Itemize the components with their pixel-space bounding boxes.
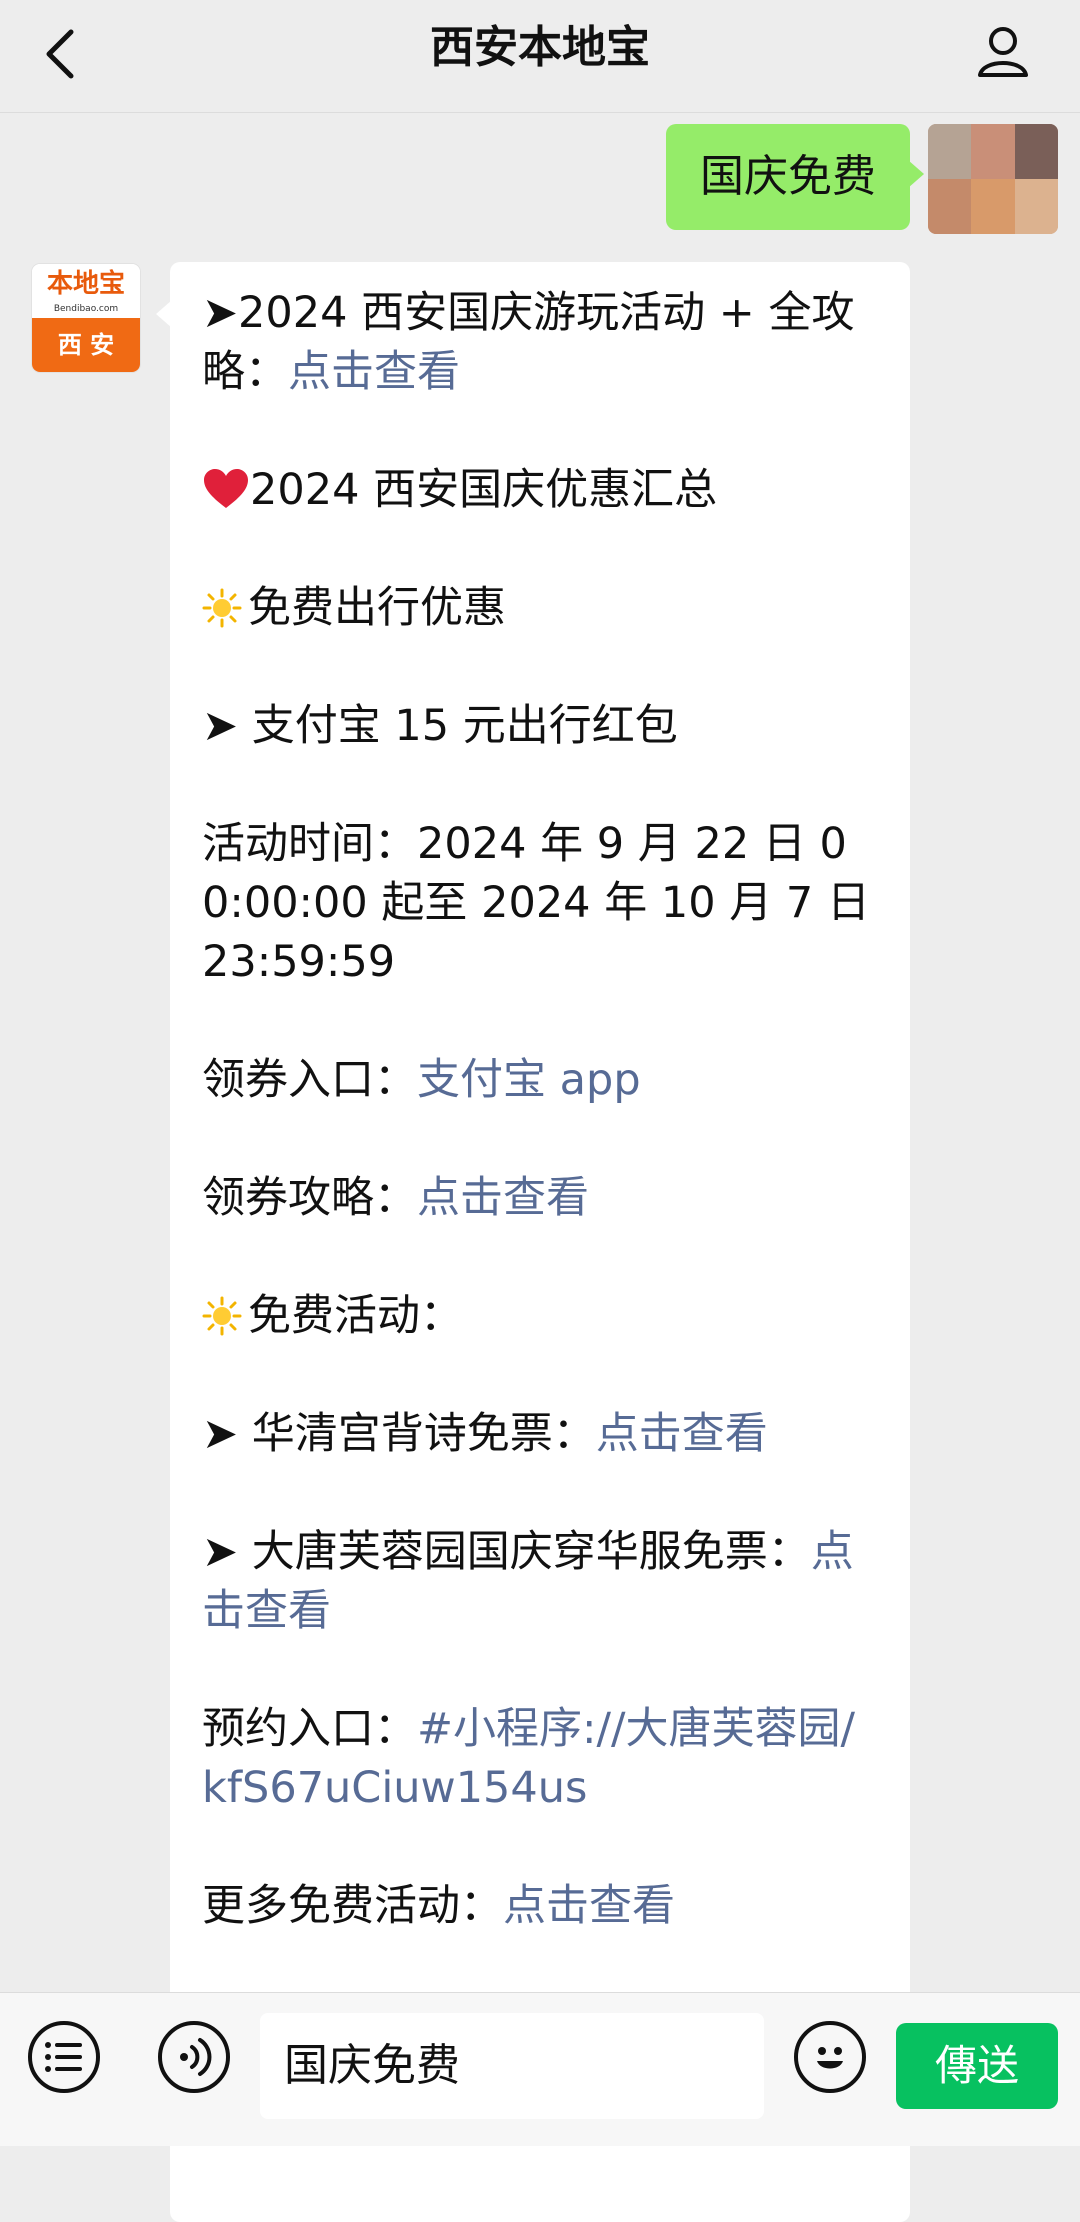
- message-input[interactable]: 国庆免费: [260, 2013, 764, 2119]
- message-line: 免费活动：: [202, 1287, 878, 1346]
- view-link[interactable]: 点击查看: [596, 1409, 768, 1459]
- alipay-app-link[interactable]: 支付宝 app: [417, 1055, 641, 1105]
- emoji-button[interactable]: [794, 2021, 866, 2093]
- emoji-icon: [817, 2047, 843, 2069]
- profile-button[interactable]: [968, 18, 1038, 84]
- send-button[interactable]: 傳送: [896, 2023, 1058, 2109]
- message-line: ➤ 大唐芙蓉园国庆穿华服免票：点击查看: [202, 1527, 854, 1636]
- menu-list-icon: [45, 2042, 82, 2072]
- message-line: 预约入口：#小程序://大唐芙蓉园/kfS67uCiuw154us: [202, 1704, 855, 1813]
- voice-button[interactable]: [158, 2021, 230, 2093]
- view-link[interactable]: 点击查看: [503, 1881, 675, 1931]
- view-link[interactable]: 点击查看: [288, 347, 460, 397]
- avatar-logo-domain: Bendibao.com: [53, 304, 119, 314]
- message-line: 领券攻略：点击查看: [202, 1173, 589, 1223]
- top-bar: 西安本地宝: [0, 0, 1080, 113]
- message-line: ➤ 支付宝 15 元出行红包: [202, 701, 678, 751]
- message-line: ➤ 华清宫背诗免票：点击查看: [202, 1409, 768, 1459]
- sun-icon: [202, 1296, 242, 1336]
- voice-icon: [180, 2038, 212, 2076]
- message-line: 2024 西安国庆优惠汇总: [202, 461, 878, 520]
- chat-title: 西安本地宝: [430, 22, 650, 73]
- message-line: 领券入口：支付宝 app: [202, 1055, 641, 1105]
- view-link[interactable]: 点击查看: [417, 1173, 589, 1223]
- heart-icon: [204, 469, 248, 508]
- incoming-message-bubble: ➤2024 西安国庆游玩活动 + 全攻略：点击查看 2024 西安国庆优惠汇总 …: [156, 262, 910, 2222]
- bendibao-avatar[interactable]: 本地宝 Bendibao.com 西 安: [32, 264, 140, 372]
- message-line: 活动时间：2024 年 9 月 22 日 00:00:00 起至 2024 年 …: [202, 819, 870, 987]
- person-icon: [978, 27, 1028, 77]
- avatar-logo-city: 西 安: [32, 318, 140, 372]
- my-avatar[interactable]: [928, 124, 1058, 234]
- message-line: ➤2024 西安国庆游玩活动 + 全攻略：点击查看: [202, 288, 855, 397]
- message-line: 免费出行优惠: [202, 579, 878, 638]
- menu-button[interactable]: [28, 2021, 100, 2093]
- input-bar: 国庆免费 傳送: [0, 1992, 1080, 2146]
- message-line: 更多免费活动：点击查看: [202, 1881, 675, 1931]
- sun-icon: [202, 588, 242, 628]
- outgoing-message-bubble[interactable]: 国庆免费: [666, 124, 924, 230]
